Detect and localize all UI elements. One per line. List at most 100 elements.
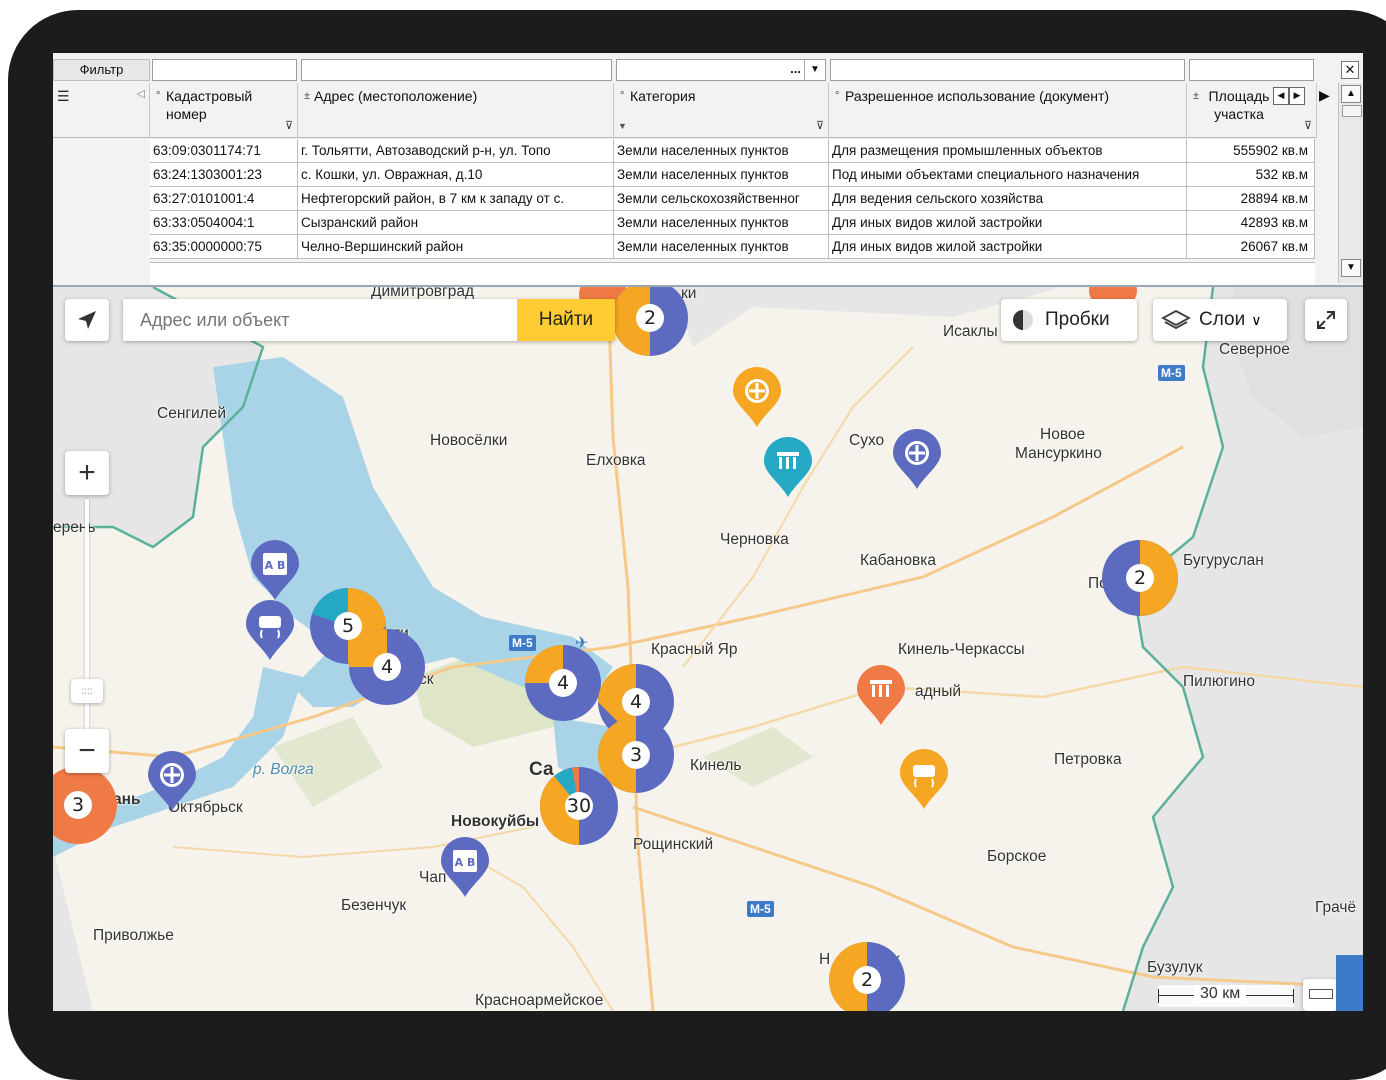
- sort-icon[interactable]: °: [835, 87, 845, 105]
- header-category[interactable]: ° Категория ⊽ ▼: [614, 83, 829, 138]
- ruler-button[interactable]: [1303, 979, 1337, 1011]
- ellipsis-button[interactable]: ...: [790, 60, 801, 78]
- cluster-marker[interactable]: 2: [829, 942, 905, 1011]
- header-area[interactable]: ± Площадь участка ⊽ ◀ ▶: [1187, 83, 1317, 138]
- cluster-count: 2: [1133, 567, 1147, 589]
- table-row[interactable]: 63:09:0301174:71 г. Тольятти, Автозаводск…: [150, 139, 1315, 163]
- search-button[interactable]: Найти: [517, 299, 615, 341]
- vertical-scrollbar[interactable]: ▲ ▼: [1338, 83, 1363, 283]
- svg-text:A B: A B: [265, 559, 286, 572]
- filter-icon[interactable]: ⊽: [1304, 117, 1312, 135]
- expand-right-icon[interactable]: ▶: [1319, 87, 1330, 104]
- scroll-left-icon[interactable]: ◀: [1273, 87, 1289, 105]
- table-cell-address[interactable]: с. Кошки, ул. Овражная, д.10: [298, 163, 614, 187]
- cluster-marker[interactable]: 30: [539, 767, 618, 845]
- scroll-thumb[interactable]: [1342, 105, 1362, 117]
- car-pin-icon[interactable]: [244, 600, 296, 662]
- table-cell-area[interactable]: 26067 кв.м: [1187, 235, 1315, 259]
- table-cell-cadnum[interactable]: 63:33:0504004:1: [150, 211, 298, 235]
- header-address[interactable]: ± Адрес (местоположение): [298, 83, 614, 138]
- table-cell-category[interactable]: Земли сельскохозяйственног: [614, 187, 829, 211]
- header-cadnum[interactable]: ° Кадастровый номер ⊽: [150, 83, 298, 138]
- filter-icon[interactable]: ⊽: [285, 117, 293, 135]
- place-label: Новое: [1040, 426, 1086, 443]
- zoom-out-button[interactable]: −: [65, 729, 109, 773]
- place-label: Безенчук: [341, 897, 407, 914]
- table-cell-usage[interactable]: Для размещения промышленных объектов: [829, 139, 1187, 163]
- place-label: Кабановка: [860, 552, 936, 569]
- side-panel-tab[interactable]: [1336, 955, 1363, 1011]
- cluster-marker[interactable]: 2: [612, 287, 688, 356]
- table-row[interactable]: 63:33:0504004:1 Сызранский район Земли нас…: [150, 211, 1315, 235]
- table-cell-area[interactable]: 42893 кв.м: [1187, 211, 1315, 235]
- place-label: Новокуйбы: [451, 813, 540, 830]
- layers-button[interactable]: Слои ∨: [1153, 299, 1287, 341]
- filter-icon[interactable]: ⊽: [816, 117, 824, 135]
- search-bar[interactable]: Найти: [123, 299, 615, 341]
- table-cell-address[interactable]: Сызранский район: [298, 211, 614, 235]
- table-cell-cadnum[interactable]: 63:24:1303001:23: [150, 163, 298, 187]
- zoom-in-button[interactable]: +: [65, 451, 109, 495]
- school-pin-icon[interactable]: A B: [439, 837, 491, 899]
- sort-icon[interactable]: °: [620, 87, 630, 105]
- table-cell-usage[interactable]: Под иными объектами специального назначе…: [829, 163, 1187, 187]
- fullscreen-button[interactable]: [1305, 299, 1347, 341]
- table-row[interactable]: 63:24:1303001:23 с. Кошки, ул. Овражная, …: [150, 163, 1315, 187]
- cluster-marker[interactable]: 2: [1102, 540, 1178, 616]
- map-view[interactable]: Димитровград Исаклы Северное Сенгилей Но…: [53, 287, 1363, 1011]
- chevron-down-icon[interactable]: ▼: [804, 60, 825, 80]
- filter-input-cadnum[interactable]: [152, 59, 297, 81]
- table-cell-category[interactable]: Земли населенных пунктов: [614, 139, 829, 163]
- table-cell-usage[interactable]: Для иных видов жилой застройки: [829, 235, 1187, 259]
- table-cell-category[interactable]: Земли населенных пунктов: [614, 235, 829, 259]
- school-pin-icon[interactable]: A B: [249, 540, 301, 602]
- table-cell-area[interactable]: 555902 кв.м: [1187, 139, 1315, 163]
- geolocation-button[interactable]: [65, 299, 109, 341]
- sort-icon[interactable]: °: [156, 87, 166, 105]
- sort-icon[interactable]: ±: [304, 87, 314, 105]
- table-row[interactable]: 63:35:0000000:75 Челно-Вершинский район Зе…: [150, 235, 1315, 259]
- header-usage[interactable]: ° Разрешенное использование (документ): [829, 83, 1187, 138]
- table-cell-address[interactable]: Нефтегорский район, в 7 км к западу от с…: [298, 187, 614, 211]
- table-cell-cadnum[interactable]: 63:27:0101001:4: [150, 187, 298, 211]
- table-row[interactable]: 63:27:0101001:4 Нефтегорский район, в 7 к…: [150, 187, 1315, 211]
- table-cell-usage[interactable]: Для иных видов жилой застройки: [829, 211, 1187, 235]
- table-cell-category[interactable]: Земли населенных пунктов: [614, 163, 829, 187]
- place-label: Исаклы: [943, 323, 998, 340]
- museum-pin-icon[interactable]: [855, 665, 907, 727]
- crosshair-pin-icon[interactable]: [146, 751, 198, 813]
- scroll-down-icon[interactable]: ▼: [1341, 259, 1361, 277]
- search-input[interactable]: [123, 299, 515, 341]
- minus-icon: −: [78, 734, 96, 767]
- museum-pin-icon[interactable]: [762, 437, 814, 499]
- car-pin-icon[interactable]: [898, 749, 950, 811]
- traffic-button[interactable]: Пробки: [1001, 299, 1137, 341]
- cluster-count: 2: [860, 969, 874, 991]
- close-icon[interactable]: ✕: [1341, 61, 1359, 79]
- filter-input-usage[interactable]: [830, 59, 1185, 81]
- filter-input-area[interactable]: [1189, 59, 1314, 81]
- crosshair-pin-icon[interactable]: [891, 429, 943, 491]
- table-cell-usage[interactable]: Для ведения сельского хозяйства: [829, 187, 1187, 211]
- cluster-marker[interactable]: 4: [349, 629, 425, 705]
- column-chooser[interactable]: ☰ ◁: [53, 83, 150, 138]
- filter-input-category[interactable]: ... ▼: [616, 59, 826, 81]
- scroll-up-icon[interactable]: ▲: [1341, 85, 1361, 103]
- scroll-right-icon[interactable]: ▶: [1289, 87, 1305, 105]
- cluster-marker[interactable]: 4: [525, 645, 601, 721]
- zoom-slider-handle[interactable]: ::::: [71, 679, 103, 703]
- table-cell-cadnum[interactable]: 63:09:0301174:71: [150, 139, 298, 163]
- table-cell-address[interactable]: г. Тольятти, Автозаводский р-н, ул. Топо: [298, 139, 614, 163]
- sort-icon[interactable]: ±: [1193, 87, 1203, 105]
- table-cell-category[interactable]: Земли населенных пунктов: [614, 211, 829, 235]
- crosshair-pin-icon[interactable]: [731, 367, 783, 429]
- cluster-count: 4: [556, 672, 570, 694]
- table-cell-area[interactable]: 28894 кв.м: [1187, 187, 1315, 211]
- filter-input-address[interactable]: [301, 59, 612, 81]
- table-cell-address[interactable]: Челно-Вершинский район: [298, 235, 614, 259]
- table-cell-cadnum[interactable]: 63:35:0000000:75: [150, 235, 298, 259]
- list-settings-icon[interactable]: ☰: [57, 88, 70, 104]
- cluster-marker[interactable]: 3: [53, 766, 117, 844]
- place-label: Петровка: [1054, 751, 1122, 768]
- table-cell-area[interactable]: 532 кв.м: [1187, 163, 1315, 187]
